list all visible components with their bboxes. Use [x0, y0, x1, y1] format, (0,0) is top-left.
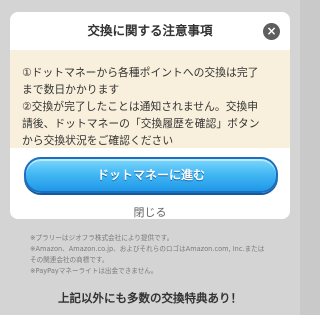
modal-title: 交換に関する注意事項 — [87, 23, 213, 38]
background-footer-text: 上記以外にも多数の交換特典あり！ — [58, 291, 242, 305]
notice-text: ①ドットマネーから各種ポイントへの交換は完了 まで数日かかります ②交換が完了し… — [22, 64, 284, 149]
note-line: ※プラリーはジオフラ株式会社により提供です。 — [30, 234, 174, 242]
notice-line: 請後、ドットマネーの「交換履歴を確認」ボタン — [22, 117, 260, 130]
close-icon[interactable]: × — [263, 23, 280, 40]
notice-line: ①ドットマネーから各種ポイントへの交換は完了 — [22, 66, 259, 79]
note-line: ※Amazon、Amazon.co.jp、およびそれらのロゴはAmazon.co… — [30, 245, 265, 253]
notice-box: ①ドットマネーから各種ポイントへの交換は完了 まで数日かかります ②交換が完了し… — [10, 50, 290, 148]
note-line: その関連会社の商標です。 — [30, 256, 109, 264]
go-to-dotmoney-button[interactable]: ドットマネーに進む — [24, 157, 278, 193]
background-notes: ※プラリーはジオフラ株式会社により提供です。 ※Amazon、Amazon.co… — [30, 233, 285, 277]
note-line: ※PayPayマネーライトは出金できません。 — [30, 267, 158, 275]
notice-line: まで数日かかります — [22, 83, 120, 96]
notice-line: ②交換が完了したことは通知されません。交換申 — [22, 100, 259, 113]
notice-line: から交換状況をご確認ください — [22, 134, 174, 147]
notice-modal: 交換に関する注意事項 × ①ドットマネーから各種ポイントへの交換は完了 まで数日… — [10, 12, 290, 219]
close-link[interactable]: 閉じる — [10, 204, 290, 219]
